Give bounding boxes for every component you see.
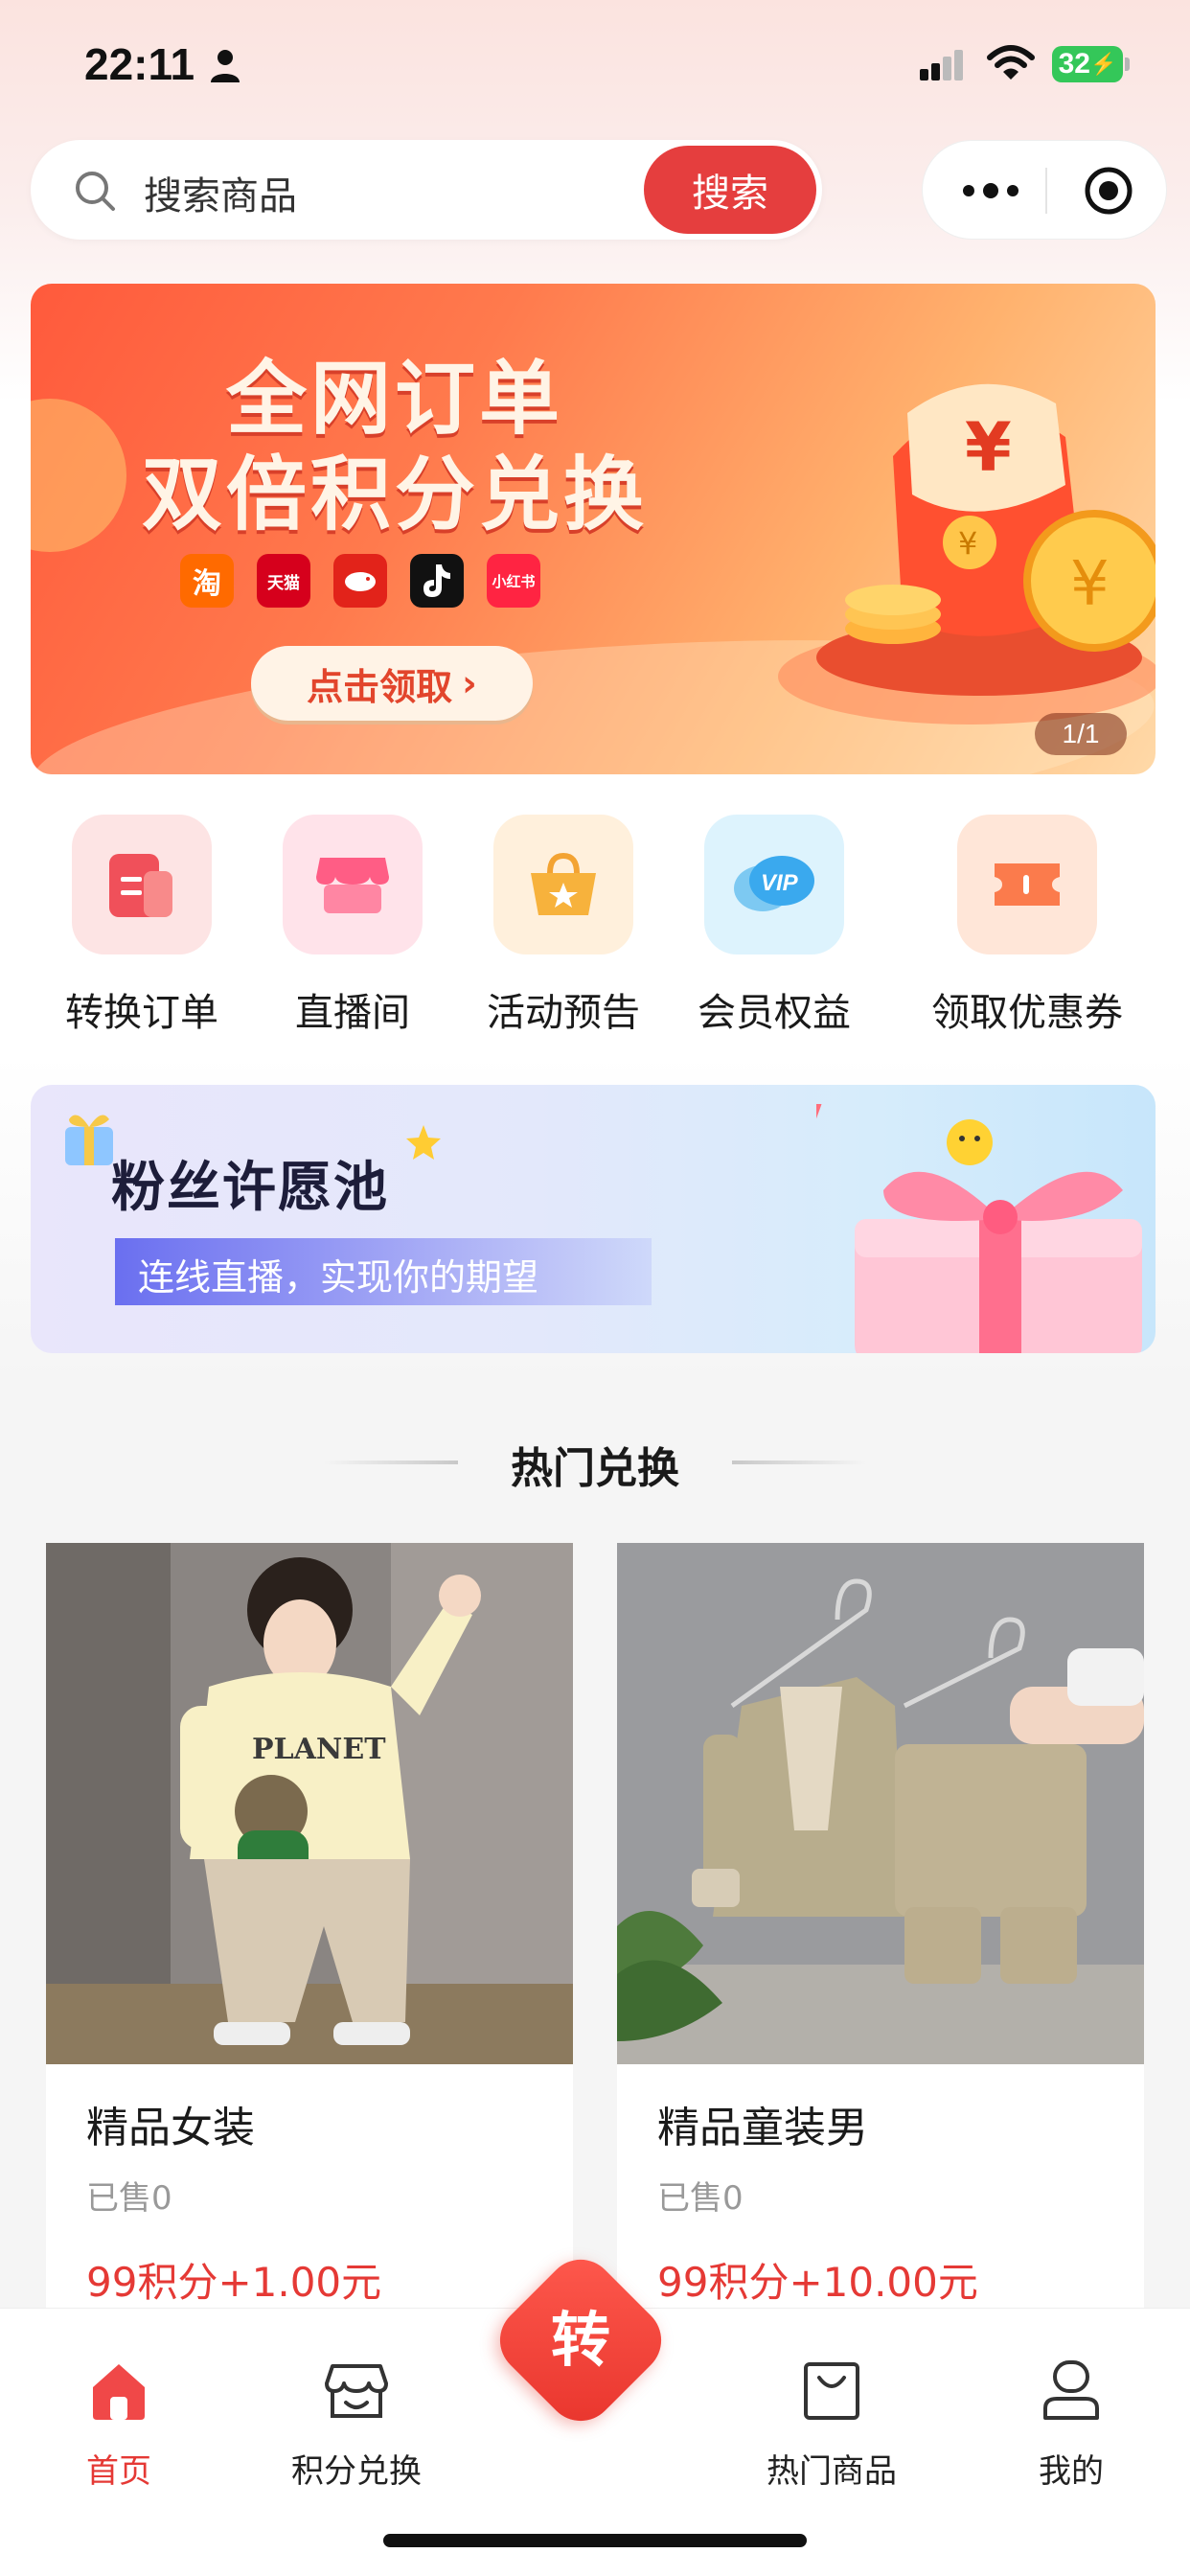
product-card[interactable]: PLANET 精品女装 已售0 99积分+1.00元 [46, 1543, 573, 2310]
banner-title-line2: 双倍积分兑换 [141, 448, 648, 541]
shop-icon [283, 815, 423, 954]
banner-cta-label: 点击领取 [307, 665, 453, 708]
home-indicator [383, 2534, 807, 2547]
tab-label: 热门商品 [767, 2452, 897, 2491]
miniapp-capsule [922, 140, 1167, 240]
battery-indicator: 32 ⚡ [1052, 46, 1123, 82]
battery-cap [1125, 58, 1130, 71]
search-button[interactable]: 搜索 [644, 146, 816, 234]
order-icon [72, 815, 212, 954]
banner-cta-button[interactable]: 点击领取 › [251, 646, 533, 721]
tab-home[interactable]: 首页 [23, 2357, 215, 2492]
capsule-divider [1045, 168, 1047, 214]
search-bar[interactable]: 搜索商品 搜索 [31, 140, 822, 240]
product-image: PLANET [46, 1543, 573, 2064]
basket-star-icon [493, 815, 633, 954]
product-price: 99积分+10.00元 [657, 2259, 978, 2306]
close-miniapp-icon[interactable] [1084, 166, 1133, 216]
douyin-logo [410, 554, 464, 608]
menu-label: 转换订单 [65, 991, 218, 1035]
menu-get-coupons[interactable]: 领取优惠券 [922, 815, 1133, 1037]
section-divider-right [732, 1460, 866, 1464]
menu-member-benefits[interactable]: VIP 会员权益 [669, 815, 880, 1037]
vip-chat-icon: VIP [704, 815, 844, 954]
svg-text:¥: ¥ [965, 408, 1012, 487]
menu-live-room[interactable]: 直播间 [247, 815, 458, 1037]
store-icon [325, 2364, 388, 2418]
chevron-right-icon: › [462, 662, 477, 704]
wish-subtitle: 连线直播，实现你的期望 [138, 1256, 539, 1299]
menu-label: 活动预告 [487, 991, 640, 1035]
wish-title: 粉丝许愿池 [111, 1157, 389, 1219]
star-icon [406, 1125, 441, 1160]
status-bar: 22:11 32 ⚡ [0, 0, 1190, 134]
svg-text:VIP: VIP [761, 870, 799, 896]
convert-center-label[interactable]: 转 [514, 2300, 648, 2380]
menu-convert-order[interactable]: 转换订单 [36, 815, 247, 1037]
quick-menu: 转换订单 直播间 活动预告 VIP 会员权益 领取优惠券 [0, 815, 1190, 1045]
product-card[interactable]: 精品童装男 已售0 99积分+10.00元 [617, 1543, 1144, 2310]
product-image [617, 1543, 1144, 2064]
home-icon [93, 2364, 145, 2420]
jd-logo [333, 554, 387, 608]
gift-box-illustration [816, 1104, 1142, 1353]
more-icon[interactable] [961, 179, 1020, 202]
banner-decoration [31, 399, 126, 552]
wish-pool-banner[interactable]: 粉丝许愿池 连线直播，实现你的期望 [31, 1085, 1156, 1353]
user-icon [1043, 2360, 1099, 2420]
menu-label: 领取优惠券 [931, 991, 1123, 1035]
status-time: 22:11 [84, 39, 195, 89]
xiaohongshu-logo: 小红书 [487, 554, 540, 608]
menu-label: 直播间 [295, 991, 410, 1035]
taobao-logo: 淘 [180, 554, 234, 608]
platform-logos: 淘 天猫 小红书 [180, 554, 540, 608]
music-note-icon [423, 564, 450, 597]
section-title: 热门兑换 [511, 1444, 679, 1493]
menu-label: 会员权益 [698, 991, 851, 1035]
banner-title-line1: 全网订单 [225, 352, 563, 446]
wifi-icon [987, 45, 1035, 80]
coupon-icon [957, 815, 1097, 954]
product-name: 精品童装男 [657, 2104, 868, 2152]
search-icon [76, 172, 115, 211]
dog-icon [345, 572, 376, 591]
tab-label: 积分兑换 [291, 2452, 422, 2491]
product-name: 精品女装 [86, 2104, 255, 2152]
tab-points-exchange[interactable]: 积分兑换 [261, 2357, 452, 2492]
product-price: 99积分+1.00元 [86, 2259, 382, 2306]
tmall-logo: 天猫 [257, 554, 310, 608]
tab-mine[interactable]: 我的 [975, 2357, 1167, 2492]
svg-text:¥: ¥ [1070, 549, 1110, 620]
charging-icon: ⚡ [1089, 52, 1117, 76]
red-envelope-coins-illustration: ¥ ¥ ¥ [778, 383, 1156, 724]
tab-hot-products[interactable]: 热门商品 [736, 2357, 927, 2492]
banner-title: 全网订单 双倍积分兑换 [136, 351, 653, 542]
bag-icon [804, 2362, 859, 2420]
tab-label: 首页 [86, 2452, 151, 2491]
person-icon [211, 50, 240, 82]
menu-event-preview[interactable]: 活动预告 [458, 815, 669, 1037]
search-input[interactable]: 搜索商品 [144, 165, 297, 220]
promo-banner[interactable]: 全网订单 双倍积分兑换 淘 天猫 小红书 点击领取 › ¥ ¥ ¥ 1/1 [31, 284, 1156, 774]
signal-icon [920, 50, 963, 80]
battery-level: 32 [1058, 48, 1090, 80]
banner-pager: 1/1 [1035, 713, 1127, 755]
tab-label: 我的 [1039, 2452, 1104, 2491]
product-sold: 已售0 [86, 2179, 172, 2218]
svg-text:PLANET: PLANET [252, 1733, 386, 1766]
product-sold: 已售0 [657, 2179, 744, 2218]
svg-text:¥: ¥ [958, 525, 977, 562]
